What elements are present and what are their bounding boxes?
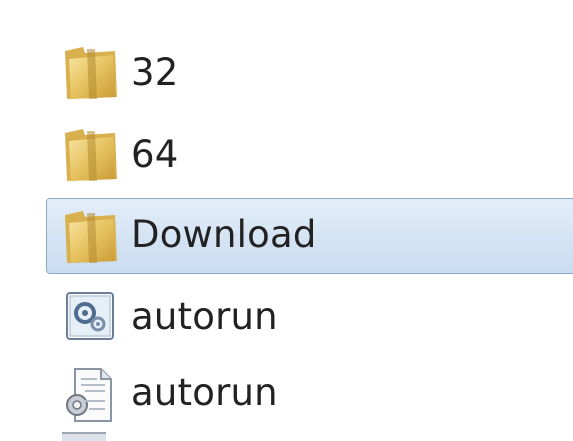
file-item-64[interactable]: 64	[46, 118, 573, 194]
file-name: 64	[131, 133, 179, 176]
file-name: 32	[131, 51, 179, 94]
file-item-32[interactable]: 32	[46, 36, 573, 112]
folder-icon	[61, 123, 121, 185]
file-name: Download	[131, 213, 317, 256]
folder-icon	[61, 205, 121, 267]
file-name: autorun	[131, 295, 278, 338]
file-icon	[62, 432, 106, 441]
file-item-autorun-cfg[interactable]: autorun	[46, 358, 573, 434]
file-item-autorun-inf[interactable]: autorun	[46, 280, 573, 356]
folder-icon	[61, 41, 121, 103]
config-file-icon	[61, 365, 121, 427]
setup-info-icon	[61, 287, 121, 349]
file-item-download[interactable]: Download	[46, 198, 573, 274]
file-list: 32 64 Download autorun autorun	[0, 0, 573, 441]
file-name: autorun	[131, 371, 278, 414]
